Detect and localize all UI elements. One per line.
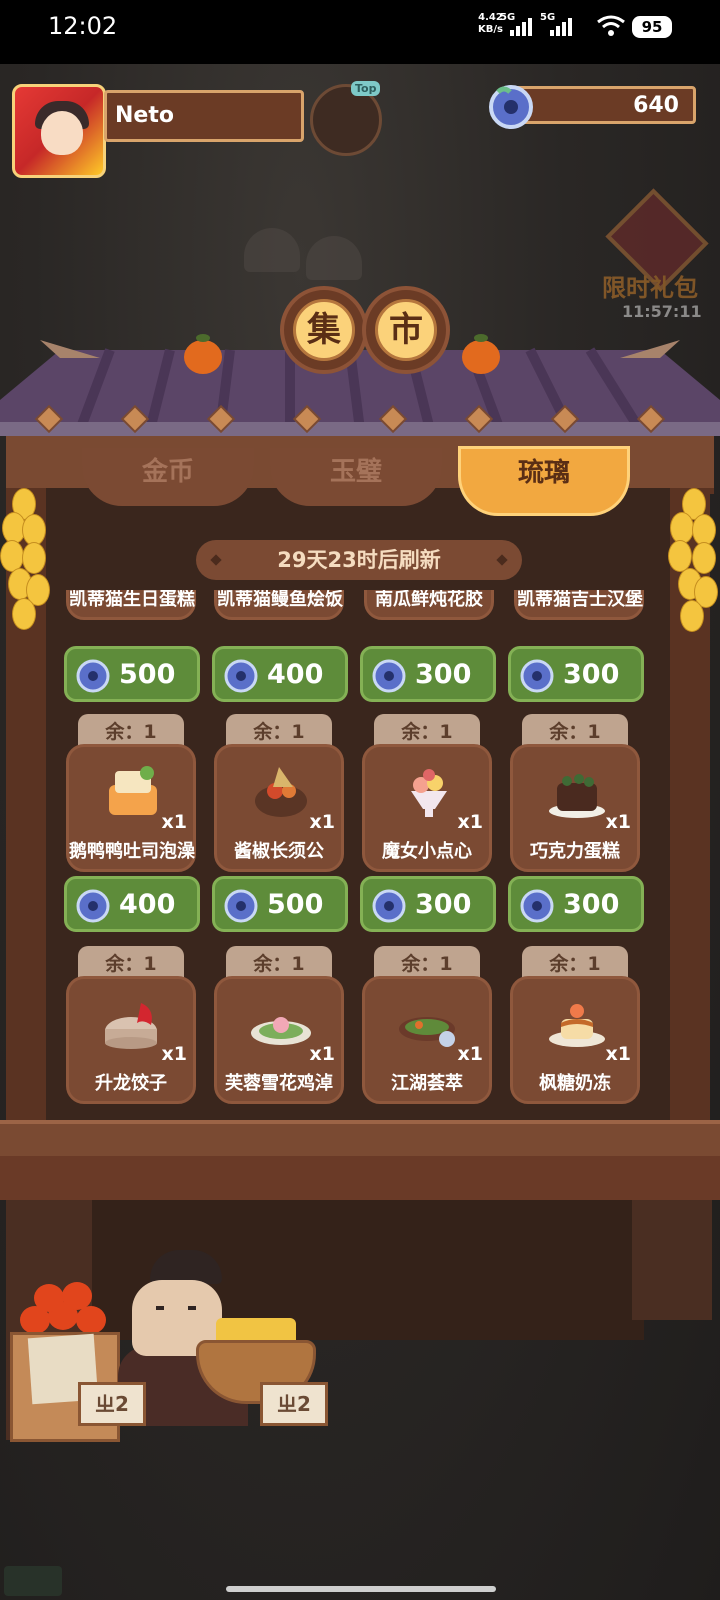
glaze-coin-icon [520, 659, 554, 693]
limited-pack-label: 限时礼包 [602, 274, 698, 302]
price-value: 300 [415, 659, 472, 690]
sign-char-2: 市 [375, 299, 437, 361]
item-name: 巧克力蛋糕 [530, 841, 620, 862]
item-name: 魔女小点心 [382, 841, 472, 862]
clock: 12:02 [48, 12, 118, 40]
witch-dessert-icon [411, 769, 447, 817]
item-quantity: x1 [161, 1043, 187, 1065]
glaze-coin-icon [76, 889, 110, 923]
price-value: 500 [267, 889, 324, 920]
corner-icon[interactable] [4, 1566, 62, 1596]
glaze-coin-icon [372, 889, 406, 923]
sign-char-1: 集 [293, 299, 355, 361]
glaze-coin-icon [224, 889, 258, 923]
glaze-coin-icon [520, 889, 554, 923]
item-quantity: x1 [309, 811, 335, 833]
player-name-box[interactable]: Neto [104, 90, 304, 142]
glaze-coin-icon [489, 85, 533, 129]
item-name: 鹅鸭鸭吐司泡澡 [69, 841, 195, 862]
item-quantity: x1 [605, 811, 631, 833]
counter-top [0, 1120, 720, 1160]
jianghu-platter-icon [399, 1017, 455, 1047]
price-value: 400 [267, 659, 324, 690]
market-signboard: 集 市 [280, 286, 450, 378]
battery-indicator: 95 [632, 16, 672, 38]
glaze-coin-icon [224, 659, 258, 693]
toast-bath-icon [109, 766, 157, 815]
counter-leg [632, 1200, 712, 1320]
top-tag: Top [351, 81, 381, 96]
persimmon-decoration [462, 334, 500, 374]
price-button[interactable]: 300 [508, 876, 644, 932]
price-value: 500 [119, 659, 176, 690]
item-grid[interactable]: 凯蒂猫生日蛋糕 凯蒂猫鳗鱼烩饭 南瓜鲜炖花胶 凯蒂猫吉士汉堡 500 400 3… [62, 590, 662, 1120]
item-name: 凯蒂猫吉士汉堡 [517, 590, 643, 610]
corn-decoration [668, 488, 718, 638]
limited-pack-timer: 11:57:11 [622, 302, 702, 321]
price-button[interactable]: 400 [64, 876, 200, 932]
player-avatar[interactable] [12, 84, 106, 178]
glaze-coin-icon [76, 659, 110, 693]
price-tag: ㄓ2 [78, 1382, 146, 1426]
price-button[interactable]: 300 [508, 646, 644, 702]
item-quantity: x1 [605, 1043, 631, 1065]
item-name: 江湖荟萃 [391, 1073, 463, 1094]
persimmon-decoration [184, 334, 222, 374]
tab-jade[interactable]: 玉璧 [270, 448, 442, 506]
price-button[interactable]: 500 [212, 876, 348, 932]
item-name: 凯蒂猫鳗鱼烩饭 [217, 590, 343, 610]
counter-front [0, 1156, 720, 1200]
price-value: 300 [415, 889, 472, 920]
price-value: 300 [563, 659, 620, 690]
refresh-timer: 29天23时后刷新 [196, 540, 522, 580]
signal-icon: 5G [500, 12, 540, 36]
price-tag: ㄓ2 [260, 1382, 328, 1426]
price-value: 300 [563, 889, 620, 920]
dragon-dumpling-icon [105, 1003, 157, 1049]
corn-decoration [0, 488, 50, 638]
price-value: 400 [119, 889, 176, 920]
glaze-currency-bar[interactable]: 640 [506, 86, 696, 124]
price-button[interactable]: 300 [360, 646, 496, 702]
price-button[interactable]: 400 [212, 646, 348, 702]
currency-value: 640 [633, 93, 679, 118]
ranking-button[interactable]: Top [310, 81, 382, 156]
price-button[interactable]: 500 [64, 646, 200, 702]
player-name: Neto [115, 103, 174, 128]
wifi-icon [597, 15, 625, 36]
lotus-chicken-icon [251, 1017, 311, 1045]
item-name: 酱椒长须公 [234, 841, 324, 862]
price-button[interactable]: 300 [360, 876, 496, 932]
tab-gold-coin[interactable]: 金币 [82, 448, 254, 506]
status-bar: 12:02 4.42 KB/s 5G 5G 95 [0, 0, 720, 64]
item-name: 南瓜鲜炖花胶 [375, 590, 483, 610]
limited-pack-button[interactable]: 限时礼包 11:57:11 [600, 188, 710, 326]
tab-glaze[interactable]: 琉璃 [458, 446, 630, 516]
item-quantity: x1 [161, 811, 187, 833]
tomato-pile [14, 1282, 114, 1338]
maple-pudding-icon [549, 1004, 605, 1047]
signal-icon-2: 5G [540, 12, 580, 36]
pepper-shrimp-icon [255, 767, 307, 817]
chocolate-cake-icon [549, 774, 605, 818]
glaze-coin-icon [372, 659, 406, 693]
home-indicator[interactable] [226, 1586, 496, 1592]
item-name: 凯蒂猫生日蛋糕 [69, 590, 195, 610]
item-quantity: x1 [457, 811, 483, 833]
item-quantity: x1 [309, 1043, 335, 1065]
item-quantity: x1 [457, 1043, 483, 1065]
item-name: 升龙饺子 [95, 1073, 167, 1094]
item-name: 枫糖奶冻 [539, 1073, 611, 1094]
item-name: 芙蓉雪花鸡淖 [225, 1073, 333, 1094]
